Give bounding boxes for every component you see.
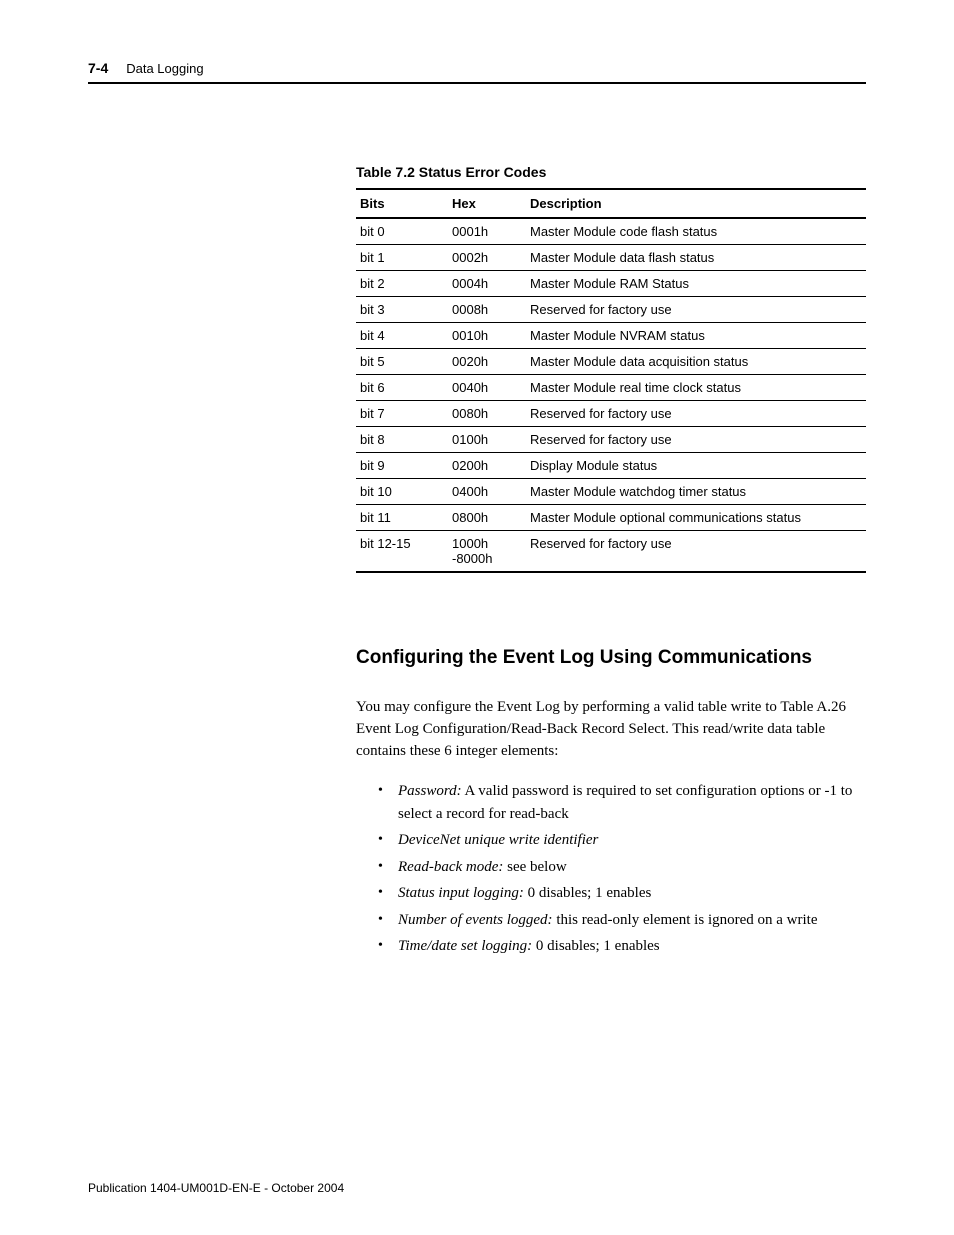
item-text: 0 disables; 1 enables bbox=[524, 885, 651, 901]
table-row: bit 9 0200h Display Module status bbox=[356, 453, 866, 479]
item-text: this read-only element is ignored on a w… bbox=[553, 912, 818, 928]
main-content: Table 7.2 Status Error Codes Bits Hex De… bbox=[356, 164, 866, 958]
cell-hex: 0004h bbox=[448, 271, 526, 297]
cell-bits: bit 3 bbox=[356, 297, 448, 323]
item-label: Read-back mode: bbox=[398, 859, 503, 875]
item-text: 0 disables; 1 enables bbox=[532, 938, 659, 954]
cell-bits: bit 11 bbox=[356, 505, 448, 531]
cell-desc: Reserved for factory use bbox=[526, 401, 866, 427]
cell-bits: bit 8 bbox=[356, 427, 448, 453]
table-row: bit 0 0001h Master Module code flash sta… bbox=[356, 218, 866, 245]
item-label: Status input logging: bbox=[398, 885, 524, 901]
element-list: Password: A valid password is required t… bbox=[356, 780, 866, 958]
col-header-hex: Hex bbox=[448, 189, 526, 218]
cell-bits: bit 10 bbox=[356, 479, 448, 505]
cell-desc: Master Module data flash status bbox=[526, 245, 866, 271]
table-row: bit 6 0040h Master Module real time cloc… bbox=[356, 375, 866, 401]
item-text: see below bbox=[503, 859, 566, 875]
cell-hex: 0400h bbox=[448, 479, 526, 505]
cell-hex: 0800h bbox=[448, 505, 526, 531]
cell-hex: 0100h bbox=[448, 427, 526, 453]
cell-bits: bit 6 bbox=[356, 375, 448, 401]
col-header-description: Description bbox=[526, 189, 866, 218]
list-item: Number of events logged: this read-only … bbox=[394, 909, 866, 932]
item-label: Number of events logged: bbox=[398, 912, 553, 928]
table-row: bit 3 0008h Reserved for factory use bbox=[356, 297, 866, 323]
cell-bits: bit 4 bbox=[356, 323, 448, 349]
list-item: Password: A valid password is required t… bbox=[394, 780, 866, 825]
cell-bits: bit 1 bbox=[356, 245, 448, 271]
cell-hex: 0200h bbox=[448, 453, 526, 479]
cell-desc: Display Module status bbox=[526, 453, 866, 479]
cell-desc: Reserved for factory use bbox=[526, 297, 866, 323]
status-error-codes-table: Bits Hex Description bit 0 0001h Master … bbox=[356, 188, 866, 573]
cell-desc: Reserved for factory use bbox=[526, 427, 866, 453]
list-item: Read-back mode: see below bbox=[394, 856, 866, 879]
cell-hex: 0080h bbox=[448, 401, 526, 427]
cell-desc: Master Module data acquisition status bbox=[526, 349, 866, 375]
cell-hex: 0008h bbox=[448, 297, 526, 323]
cell-bits: bit 2 bbox=[356, 271, 448, 297]
cell-bits: bit 0 bbox=[356, 218, 448, 245]
cell-hex: 0010h bbox=[448, 323, 526, 349]
table-row: bit 8 0100h Reserved for factory use bbox=[356, 427, 866, 453]
col-header-bits: Bits bbox=[356, 189, 448, 218]
table-row: bit 5 0020h Master Module data acquisiti… bbox=[356, 349, 866, 375]
cell-desc: Master Module NVRAM status bbox=[526, 323, 866, 349]
cell-hex: 0001h bbox=[448, 218, 526, 245]
item-text: A valid password is required to set conf… bbox=[398, 783, 852, 822]
table-row: bit 7 0080h Reserved for factory use bbox=[356, 401, 866, 427]
table-row: bit 12-15 1000h -8000h Reserved for fact… bbox=[356, 531, 866, 573]
cell-bits: bit 12-15 bbox=[356, 531, 448, 573]
page-header: 7-4 Data Logging bbox=[88, 60, 866, 84]
section-title: Data Logging bbox=[126, 61, 203, 76]
cell-hex: 0040h bbox=[448, 375, 526, 401]
cell-desc: Master Module real time clock status bbox=[526, 375, 866, 401]
cell-hex: 0020h bbox=[448, 349, 526, 375]
item-label: DeviceNet unique write identifier bbox=[398, 832, 598, 848]
list-item: Status input logging: 0 disables; 1 enab… bbox=[394, 882, 866, 905]
cell-hex: 1000h -8000h bbox=[448, 531, 526, 573]
list-item: DeviceNet unique write identifier bbox=[394, 829, 866, 852]
cell-desc: Reserved for factory use bbox=[526, 531, 866, 573]
item-label: Password: bbox=[398, 783, 462, 799]
cell-bits: bit 5 bbox=[356, 349, 448, 375]
table-row: bit 10 0400h Master Module watchdog time… bbox=[356, 479, 866, 505]
table-row: bit 11 0800h Master Module optional comm… bbox=[356, 505, 866, 531]
table-row: bit 2 0004h Master Module RAM Status bbox=[356, 271, 866, 297]
cell-bits: bit 7 bbox=[356, 401, 448, 427]
cell-desc: Master Module optional communications st… bbox=[526, 505, 866, 531]
cell-bits: bit 9 bbox=[356, 453, 448, 479]
cell-desc: Master Module code flash status bbox=[526, 218, 866, 245]
cell-desc: Master Module watchdog timer status bbox=[526, 479, 866, 505]
page-number: 7-4 bbox=[88, 60, 108, 76]
list-item: Time/date set logging: 0 disables; 1 ena… bbox=[394, 935, 866, 958]
section-heading: Configuring the Event Log Using Communic… bbox=[356, 647, 866, 669]
table-header-row: Bits Hex Description bbox=[356, 189, 866, 218]
cell-desc: Master Module RAM Status bbox=[526, 271, 866, 297]
table-row: bit 4 0010h Master Module NVRAM status bbox=[356, 323, 866, 349]
cell-hex: 0002h bbox=[448, 245, 526, 271]
intro-paragraph: You may configure the Event Log by perfo… bbox=[356, 697, 866, 762]
item-label: Time/date set logging: bbox=[398, 938, 532, 954]
publication-footer: Publication 1404-UM001D-EN-E - October 2… bbox=[88, 1181, 344, 1195]
table-caption: Table 7.2 Status Error Codes bbox=[356, 164, 866, 180]
table-row: bit 1 0002h Master Module data flash sta… bbox=[356, 245, 866, 271]
